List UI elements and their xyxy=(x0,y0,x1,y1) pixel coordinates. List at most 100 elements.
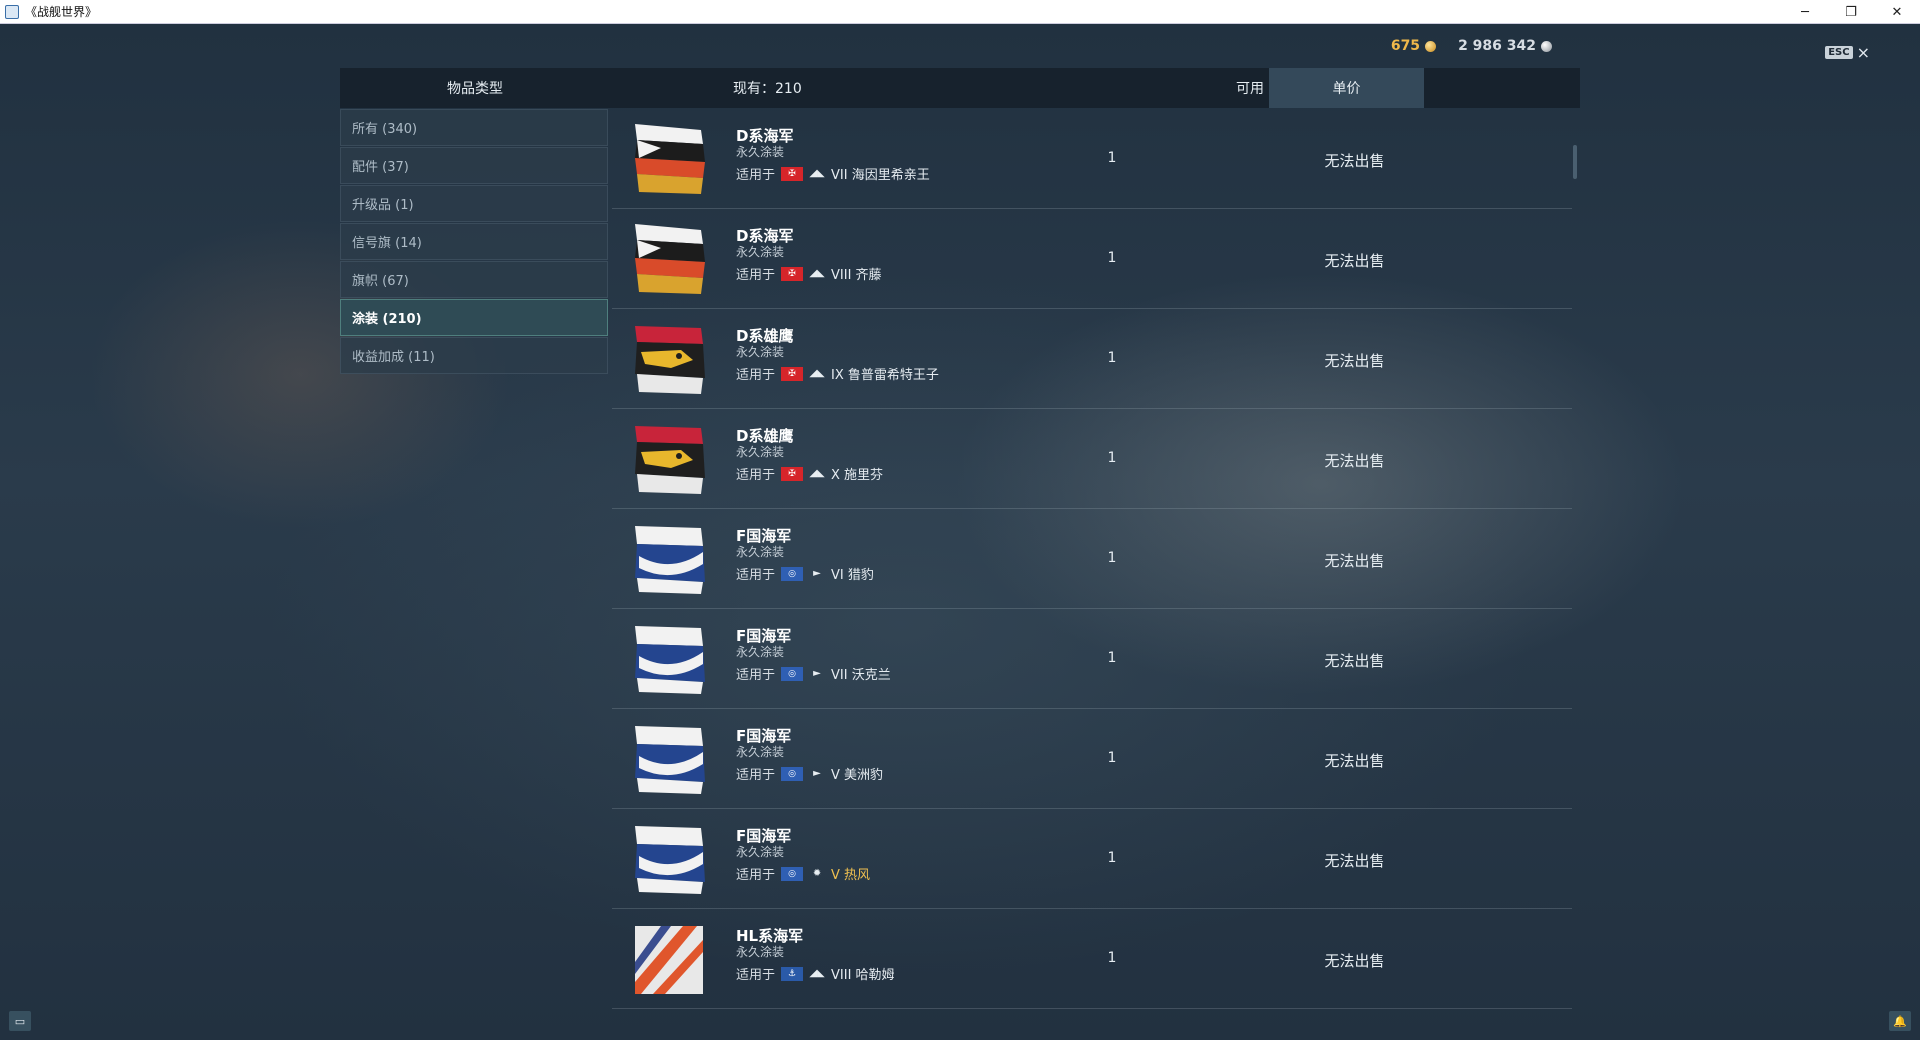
esc-key-label: ESC xyxy=(1825,46,1853,59)
applies-to: 适用于 ◎ ✹ V 热风 xyxy=(736,864,870,883)
item-name: F国海军 xyxy=(736,827,792,845)
camouflage-thumbnail xyxy=(631,722,707,798)
item-name: D系海军 xyxy=(736,227,794,245)
item-name: D系雄鹰 xyxy=(736,327,794,345)
window-title: 《战舰世界》 xyxy=(25,5,98,19)
restore-icon[interactable]: ❐ xyxy=(1828,0,1874,24)
category-flags[interactable]: 旗帜 (67) xyxy=(340,261,608,298)
item-quantity: 1 xyxy=(1107,150,1117,166)
item-row[interactable]: HL系海军 永久涂装 适用于 ⚓ ◢◣ VIII 哈勒姆 1 无法出售 xyxy=(612,909,1572,1009)
category-camouflage[interactable]: 涂装 (210) xyxy=(340,299,608,336)
applies-label: 适用于 xyxy=(736,968,776,983)
item-type: 永久涂装 xyxy=(736,945,785,959)
applies-to: 适用于 ◎ ► V 美洲豹 xyxy=(736,764,883,783)
item-row[interactable]: D系海军 永久涂装适用于 ✠ ◢◣ VIII 齐藤 1 无法出售 xyxy=(612,209,1572,309)
item-quantity: 1 xyxy=(1107,750,1117,766)
item-type: 永久涂装 xyxy=(736,245,785,259)
destroyer-icon: ► xyxy=(813,668,821,679)
item-name: HL系海军 xyxy=(736,927,804,945)
item-type: 永久涂装 xyxy=(736,745,785,759)
nation-flag-icon: ✠ xyxy=(781,166,804,181)
battleship-icon: ◢◣ xyxy=(809,468,825,479)
camouflage-thumbnail xyxy=(631,922,707,998)
ship-name: V 美洲豹 xyxy=(831,768,884,783)
scrollbar-thumb[interactable] xyxy=(1573,145,1577,179)
ship-name: IX 鲁普雷希特王子 xyxy=(831,368,939,383)
item-info: D系海军 永久涂装 适用于 ✠ ◢◣ VII 海因里希亲王 xyxy=(736,127,930,183)
esc-close-button[interactable]: ESC × xyxy=(1825,43,1870,62)
item-quantity: 1 xyxy=(1107,650,1117,666)
header-item-type: 物品类型 xyxy=(447,81,503,97)
battleship-icon: ◢◣ xyxy=(809,368,825,379)
minimize-icon[interactable]: ─ xyxy=(1782,0,1828,24)
credits-coin-icon xyxy=(1541,40,1552,52)
item-quantity: 1 xyxy=(1107,350,1117,366)
nation-flag-icon: ◎ xyxy=(781,766,804,781)
item-price: 无法出售 xyxy=(1324,952,1385,970)
bell-icon[interactable]: 🔔 xyxy=(1889,1011,1911,1031)
credits-balance: 2 986 342 xyxy=(1458,38,1552,54)
item-price: 无法出售 xyxy=(1324,252,1385,270)
nation-flag-icon: ◎ xyxy=(781,566,804,581)
item-info: D系雄鹰 永久涂装适用于 ✠ ◢◣ IX 鲁普雷希特王子 xyxy=(736,327,939,383)
gold-coin-icon xyxy=(1425,40,1437,52)
close-icon[interactable]: ✕ xyxy=(1874,0,1920,24)
applies-label: 适用于 xyxy=(736,268,776,283)
item-row[interactable]: D系雄鹰 永久涂装适用于 ✠ ◢◣ IX 鲁普雷希特王子 1 无法出售 xyxy=(612,309,1572,409)
category-upgrades[interactable]: 升级品 (1) xyxy=(340,185,608,222)
item-list: D系海军 永久涂装 适用于 ✠ ◢◣ VII 海因里希亲王 1 无法出售 D系海军 永久涂装 适用于… xyxy=(612,109,1572,1040)
nation-flag-icon: ✠ xyxy=(781,366,804,381)
applies-label: 适用于 xyxy=(736,768,776,783)
item-info: HL系海军 永久涂装 适用于 ⚓ ◢◣ VIII 哈勒姆 xyxy=(736,927,895,983)
ship-name: VIII 哈勒姆 xyxy=(831,968,895,983)
item-name: D系雄鹰 xyxy=(736,427,794,445)
item-type: 永久涂装 xyxy=(736,445,785,459)
item-type: 永久涂装 xyxy=(736,545,785,559)
nation-flag-icon: ✠ xyxy=(781,266,804,281)
applies-label: 适用于 xyxy=(736,568,776,583)
applies-label: 适用于 xyxy=(736,168,776,183)
header-price[interactable]: 单价 xyxy=(1269,68,1424,108)
applies-label: 适用于 xyxy=(736,368,776,383)
item-type: 永久涂装 xyxy=(736,845,785,859)
item-row[interactable]: D系雄鹰 永久涂装 适用于 ✠ ◢◣ X 施里芬 1 无法出售 xyxy=(612,409,1572,509)
ship-name: VIII 齐藤 xyxy=(831,268,882,283)
category-signals[interactable]: 信号旗 (14) xyxy=(340,223,608,260)
item-row[interactable]: D系海军 永久涂装 适用于 ✠ ◢◣ VII 海因里希亲王 1 无法出售 xyxy=(612,109,1572,209)
item-row[interactable]: F国海军 永久涂装 适用于 ◎ ► VII 沃克兰 1 无法出售 xyxy=(612,609,1572,709)
category-all[interactable]: 所有 (340) xyxy=(340,109,608,146)
ship-name: VII 沃克兰 xyxy=(831,668,891,683)
window-controls: ─ ❐ ✕ xyxy=(1782,0,1920,24)
gold-balance: 675 xyxy=(1391,38,1437,54)
destroyer-icon: ► xyxy=(813,768,821,779)
item-price: 无法出售 xyxy=(1324,652,1385,670)
applies-to: 适用于 ✠ ◢◣ VII 海因里希亲王 xyxy=(736,164,930,183)
item-type: 永久涂装 xyxy=(736,145,785,159)
item-quantity: 1 xyxy=(1107,450,1117,466)
item-price: 无法出售 xyxy=(1324,352,1385,370)
applies-to: 适用于 ◎ ► VI 猎豹 xyxy=(736,564,874,583)
battleship-icon: ◢◣ xyxy=(809,268,825,279)
item-quantity: 1 xyxy=(1107,850,1117,866)
nation-flag-icon: ⚓ xyxy=(781,966,804,981)
category-economic-bonuses[interactable]: 收益加成 (11) xyxy=(340,337,608,374)
item-quantity: 1 xyxy=(1107,250,1117,266)
applies-label: 适用于 xyxy=(736,468,776,483)
category-modules[interactable]: 配件 (37) xyxy=(340,147,608,184)
item-row[interactable]: F国海军 永久涂装 适用于 ◎ ► VI 猎豹 1 无法出售 xyxy=(612,509,1572,609)
close-x-icon[interactable]: × xyxy=(1857,43,1870,62)
item-name: D系海军 xyxy=(736,127,794,145)
item-row[interactable]: F国海军 永久涂装 适用于 ◎ ✹ V 热风 1 无法出售 xyxy=(612,809,1572,909)
chat-icon[interactable]: ▭ xyxy=(9,1011,31,1031)
applies-to: 适用于 ⚓ ◢◣ VIII 哈勒姆 xyxy=(736,964,895,983)
item-row[interactable]: F国海军 永久涂装 适用于 ◎ ► V 美洲豹 1 无法出售 xyxy=(612,709,1572,809)
applies-to: 适用于 ✠ ◢◣ IX 鲁普雷希特王子 xyxy=(736,364,939,383)
item-price: 无法出售 xyxy=(1324,152,1385,170)
item-info: D系雄鹰 永久涂装适用于 ✠ ◢◣ X 施里芬 xyxy=(736,427,883,483)
currency-bar: 675 2 986 342 xyxy=(1391,38,1552,54)
applies-to: 适用于 ✠ ◢◣ X 施里芬 xyxy=(736,464,883,483)
item-type: 永久涂装 xyxy=(736,345,785,359)
item-info: F国海军 永久涂装 适用于 ◎ ► V 美洲豹 xyxy=(736,727,883,783)
nation-flag-icon: ◎ xyxy=(781,666,804,681)
ship-name: VI 猎豹 xyxy=(831,568,874,583)
